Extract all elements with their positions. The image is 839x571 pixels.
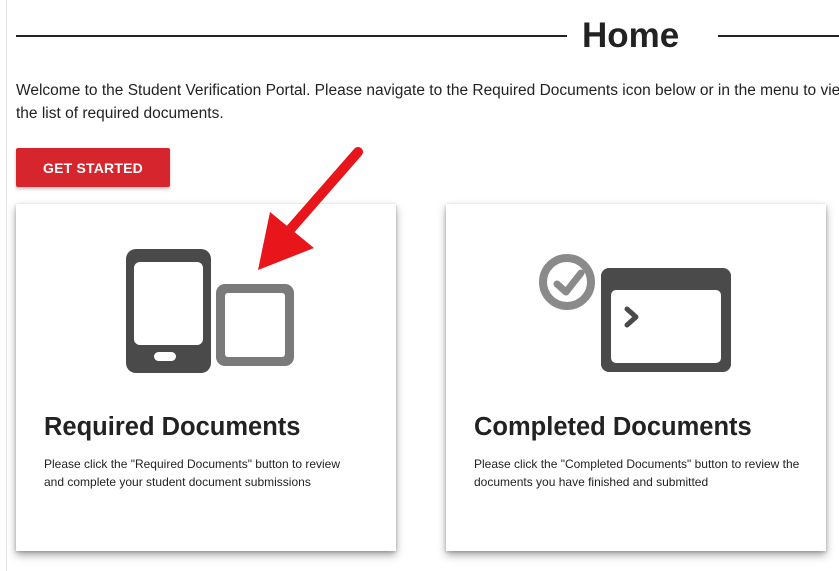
welcome-text: Welcome to the Student Verification Port… [16, 82, 839, 122]
left-border [6, 0, 7, 571]
completed-documents-title: Completed Documents [474, 413, 752, 441]
page-heading: Home [16, 14, 839, 58]
page-title: Home [582, 16, 680, 55]
page: Home Welcome to the Student Verification… [0, 0, 839, 571]
completed-documents-card[interactable]: Completed Documents Please click the "Co… [446, 204, 826, 551]
mobile-and-tablet-icon [126, 249, 294, 373]
required-documents-card[interactable]: Required Documents Please click the "Req… [16, 204, 396, 551]
required-documents-title: Required Documents [44, 413, 301, 441]
heading-rule-right [718, 35, 839, 37]
completed-documents-description: Please click the "Completed Documents" b… [474, 457, 800, 489]
get-started-button[interactable]: GET STARTED [16, 148, 170, 187]
heading-rule-left [16, 35, 567, 37]
clock-and-terminal-window-icon [539, 254, 731, 372]
required-documents-description: Please click the "Required Documents" bu… [44, 457, 340, 489]
